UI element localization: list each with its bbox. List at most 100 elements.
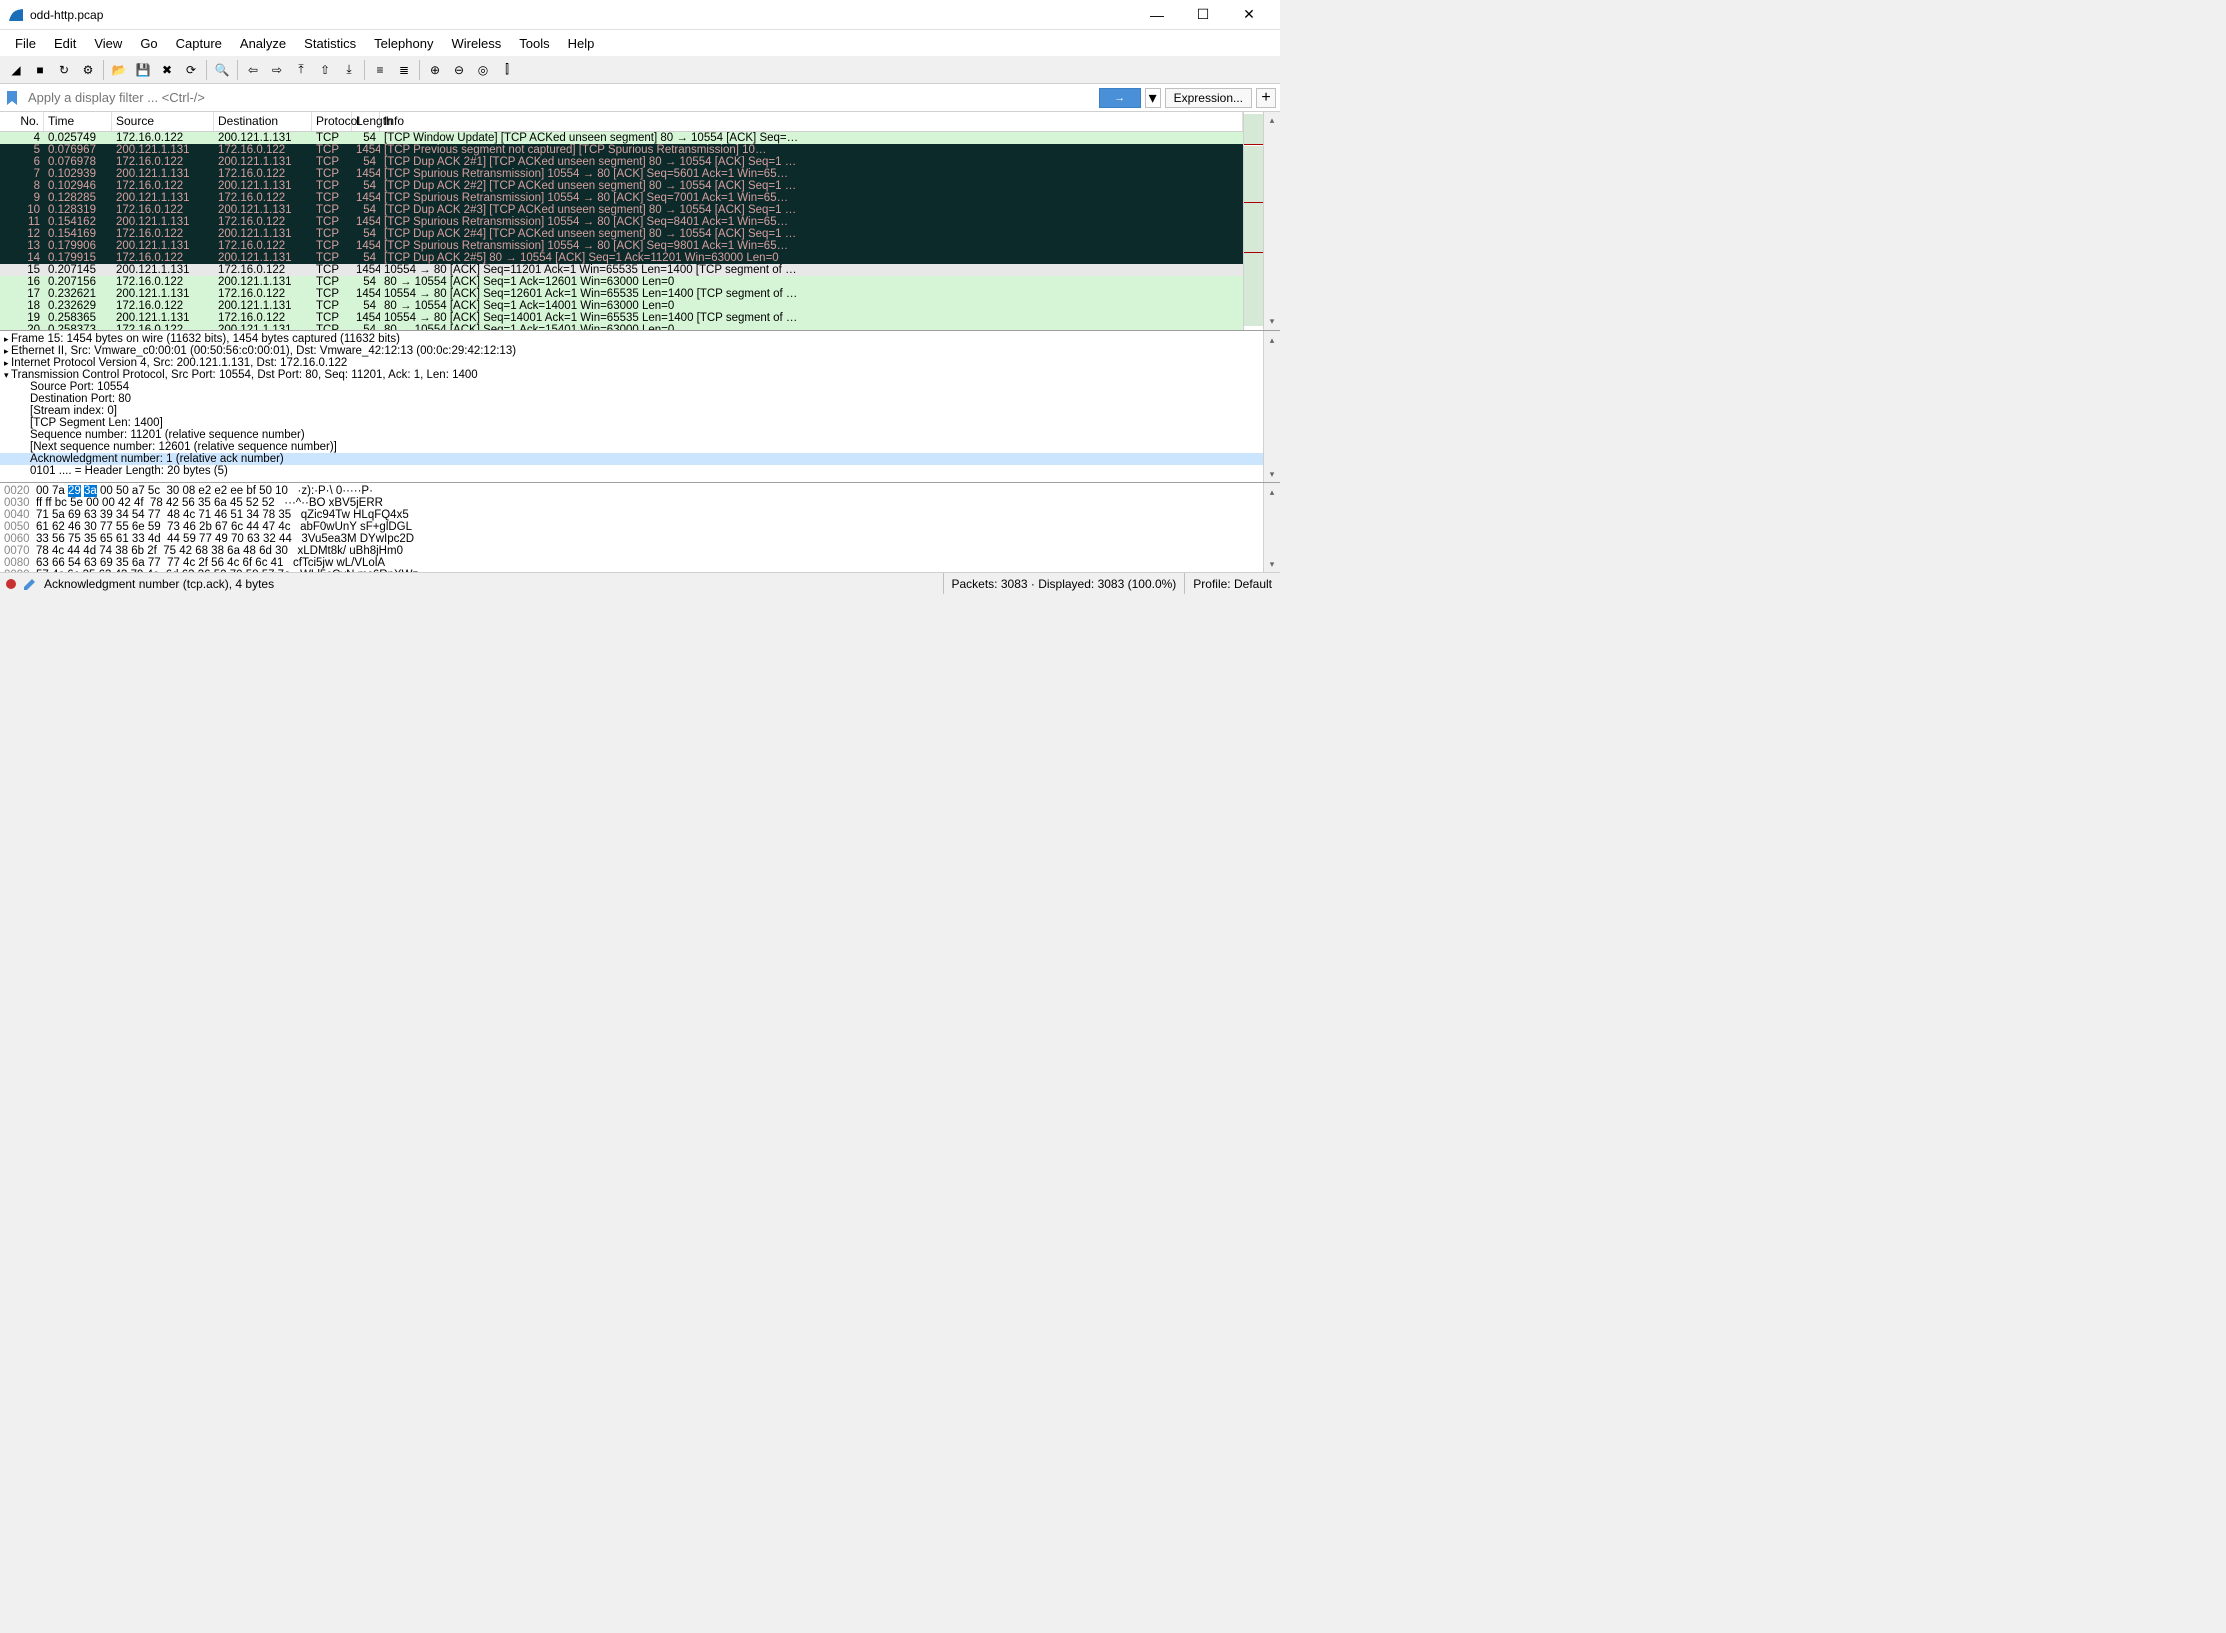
go-forward-icon[interactable]: ⇨ [266,59,288,81]
main-toolbar: ◢■↻⚙ 📂💾✖⟳ 🔍 ⇦⇨⤒⇧⤓ ≡≣ ⊕⊖◎⫿ [0,56,1280,84]
detail-row[interactable]: [TCP Segment Len: 1400] [0,417,1263,429]
filter-dropdown[interactable]: ▾ [1145,88,1161,108]
details-scrollbar[interactable]: ▴ ▾ [1263,331,1280,482]
menu-tools[interactable]: Tools [510,33,558,54]
packet-row[interactable]: 190.258365200.121.1.131172.16.0.122TCP14… [0,312,1243,324]
detail-row[interactable]: Source Port: 10554 [0,381,1263,393]
menu-bar: FileEditViewGoCaptureAnalyzeStatisticsTe… [0,30,1280,56]
col-header-destination[interactable]: Destination [214,112,312,131]
menu-wireless[interactable]: Wireless [442,33,510,54]
packet-row[interactable]: 50.076967200.121.1.131172.16.0.122TCP145… [0,144,1243,156]
menu-edit[interactable]: Edit [45,33,85,54]
packet-row[interactable]: 130.179906200.121.1.131172.16.0.122TCP14… [0,240,1243,252]
menu-analyze[interactable]: Analyze [231,33,295,54]
hex-row[interactable]: 0060 33 56 75 35 65 61 33 4d 44 59 77 49… [0,533,1263,545]
packet-row[interactable]: 70.102939200.121.1.131172.16.0.122TCP145… [0,168,1243,180]
hex-row[interactable]: 0020 00 7a 29 3a 00 50 a7 5c 30 08 e2 e2… [0,485,1263,497]
hex-row[interactable]: 0080 63 66 54 63 69 35 6a 77 77 4c 2f 56… [0,557,1263,569]
packet-row[interactable]: 60.076978172.16.0.122200.121.1.131TCP54[… [0,156,1243,168]
resize-columns-icon[interactable]: ⫿ [496,59,518,81]
colorize-icon[interactable]: ≣ [393,59,415,81]
save-icon[interactable]: 💾 [132,59,154,81]
packet-row[interactable]: 40.025749172.16.0.122200.121.1.131TCP54[… [0,132,1243,144]
col-header-protocol[interactable]: Protocol [312,112,352,131]
menu-go[interactable]: Go [131,33,166,54]
go-first-icon[interactable]: ⤒ [290,59,312,81]
detail-row[interactable]: 0101 .... = Header Length: 20 bytes (5) [0,465,1263,477]
autoscroll-icon[interactable]: ≡ [369,59,391,81]
wireshark-icon [8,7,24,23]
shark-fin-icon[interactable]: ◢ [5,59,27,81]
packet-row[interactable]: 180.232629172.16.0.122200.121.1.131TCP54… [0,300,1243,312]
expression-button[interactable]: Expression... [1165,88,1252,108]
detail-row[interactable]: Ethernet II, Src: Vmware_c0:00:01 (00:50… [0,345,1263,357]
expert-info-icon[interactable] [6,579,16,589]
detail-row[interactable]: Destination Port: 80 [0,393,1263,405]
hex-row[interactable]: 0040 71 5a 69 63 39 34 54 77 48 4c 71 46… [0,509,1263,521]
menu-capture[interactable]: Capture [167,33,231,54]
add-filter-button[interactable]: + [1256,88,1276,108]
packet-row[interactable]: 140.179915172.16.0.122200.121.1.131TCP54… [0,252,1243,264]
packet-row[interactable]: 90.128285200.121.1.131172.16.0.122TCP145… [0,192,1243,204]
packet-row[interactable]: 120.154169172.16.0.122200.121.1.131TCP54… [0,228,1243,240]
stop-icon[interactable]: ■ [29,59,51,81]
go-back-icon[interactable]: ⇦ [242,59,264,81]
go-up-icon[interactable]: ⇧ [314,59,336,81]
packet-details-pane: Frame 15: 1454 bytes on wire (11632 bits… [0,330,1280,482]
zoom-in-icon[interactable]: ⊕ [424,59,446,81]
close-file-icon[interactable]: ✖ [156,59,178,81]
go-last-icon[interactable]: ⤓ [338,59,360,81]
col-header-source[interactable]: Source [112,112,214,131]
menu-telephony[interactable]: Telephony [365,33,442,54]
bookmark-icon[interactable] [4,90,20,106]
packet-row[interactable]: 170.232621200.121.1.131172.16.0.122TCP14… [0,288,1243,300]
packet-row[interactable]: 200.258373172.16.0.122200.121.1.131TCP54… [0,324,1243,330]
detail-row[interactable]: Internet Protocol Version 4, Src: 200.12… [0,357,1263,369]
window-title: odd-http.pcap [30,8,1134,22]
hex-scrollbar[interactable]: ▴ ▾ [1263,483,1280,572]
detail-row[interactable]: Transmission Control Protocol, Src Port:… [0,369,1263,381]
hex-row[interactable]: 0070 78 4c 44 4d 74 38 6b 2f 75 42 68 38… [0,545,1263,557]
packet-row[interactable]: 150.207145200.121.1.131172.16.0.122TCP14… [0,264,1243,276]
col-header-length[interactable]: Length [352,112,380,131]
packet-diagram-minimap[interactable] [1243,112,1263,330]
edit-icon[interactable] [22,576,38,592]
packet-row[interactable]: 100.128319172.16.0.122200.121.1.131TCP54… [0,204,1243,216]
status-packets: Packets: 3083 · Displayed: 3083 (100.0%) [943,573,1185,594]
open-folder-icon[interactable]: 📂 [108,59,130,81]
packet-list-header[interactable]: No.TimeSourceDestinationProtocolLengthIn… [0,112,1243,132]
detail-row[interactable]: Acknowledgment number: 1 (relative ack n… [0,453,1263,465]
packet-row[interactable]: 110.154162200.121.1.131172.16.0.122TCP14… [0,216,1243,228]
zoom-reset-icon[interactable]: ◎ [472,59,494,81]
hex-row[interactable]: 0030 ff ff bc 5e 00 00 42 4f 78 42 56 35… [0,497,1263,509]
menu-statistics[interactable]: Statistics [295,33,365,54]
detail-row[interactable]: Frame 15: 1454 bytes on wire (11632 bits… [0,333,1263,345]
col-header-info[interactable]: Info [380,112,1243,131]
menu-help[interactable]: Help [559,33,604,54]
status-field: Acknowledgment number (tcp.ack), 4 bytes [44,577,943,591]
status-profile[interactable]: Profile: Default [1184,573,1280,594]
options-icon[interactable]: ⚙ [77,59,99,81]
close-button[interactable]: ✕ [1226,0,1272,30]
packet-row[interactable]: 80.102946172.16.0.122200.121.1.131TCP54[… [0,180,1243,192]
detail-row[interactable]: [Stream index: 0] [0,405,1263,417]
status-bar: Acknowledgment number (tcp.ack), 4 bytes… [0,572,1280,594]
title-bar: odd-http.pcap — ☐ ✕ [0,0,1280,30]
packet-list-scrollbar[interactable]: ▴ ▾ [1263,112,1280,330]
menu-file[interactable]: File [6,33,45,54]
maximize-button[interactable]: ☐ [1180,0,1226,30]
detail-row[interactable]: [Next sequence number: 12601 (relative s… [0,441,1263,453]
col-header-no[interactable]: No. [0,112,44,131]
reload-icon[interactable]: ⟳ [180,59,202,81]
detail-row[interactable]: Sequence number: 11201 (relative sequenc… [0,429,1263,441]
restart-icon[interactable]: ↻ [53,59,75,81]
minimize-button[interactable]: — [1134,0,1180,30]
menu-view[interactable]: View [85,33,131,54]
zoom-out-icon[interactable]: ⊖ [448,59,470,81]
hex-row[interactable]: 0050 61 62 46 30 77 55 6e 59 73 46 2b 67… [0,521,1263,533]
col-header-time[interactable]: Time [44,112,112,131]
packet-row[interactable]: 160.207156172.16.0.122200.121.1.131TCP54… [0,276,1243,288]
display-filter-input[interactable] [24,88,1095,107]
search-icon[interactable]: 🔍 [211,59,233,81]
filter-apply-button[interactable]: → [1099,88,1141,108]
